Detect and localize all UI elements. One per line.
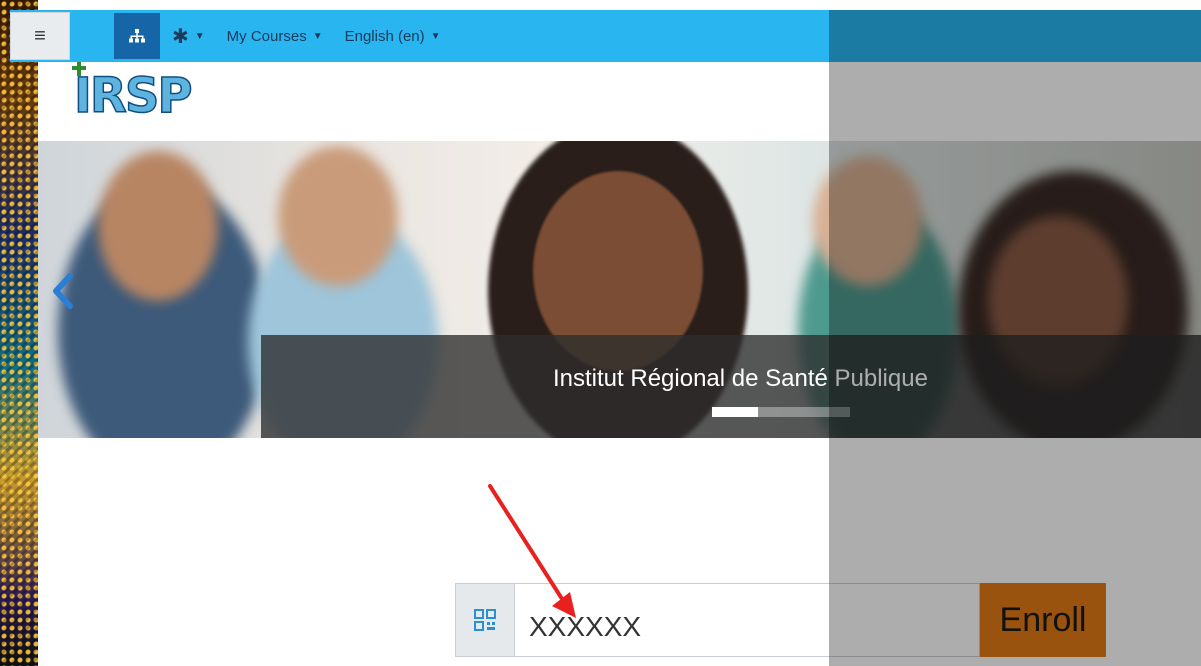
carousel-indicator[interactable] (712, 407, 758, 417)
carousel-prev-button[interactable] (48, 271, 78, 311)
hero-image-face (98, 151, 218, 301)
sitemap-icon (129, 29, 145, 43)
hamburger-icon: ≡ (34, 24, 46, 47)
settings-dropdown-caret-icon[interactable]: ▼ (195, 31, 205, 42)
menu-toggle-button[interactable]: ≡ (10, 12, 70, 60)
gear-icon: ✱ (172, 25, 189, 48)
modal-overlay (829, 10, 1201, 666)
decorative-side-pattern (0, 0, 38, 666)
hero-image-face (278, 146, 398, 286)
my-courses-caret-icon[interactable]: ▼ (313, 31, 323, 42)
carousel-indicator[interactable] (758, 407, 804, 417)
language-menu[interactable]: English (en) (345, 28, 425, 45)
logo-text: IRSP (74, 68, 191, 122)
language-caret-icon[interactable]: ▼ (431, 31, 441, 42)
my-courses-menu[interactable]: My Courses (227, 28, 307, 45)
annotation-arrow-icon (488, 484, 576, 618)
site-logo[interactable]: IRSP (66, 60, 206, 122)
sitemap-button[interactable] (114, 13, 160, 59)
chevron-left-icon (53, 273, 73, 309)
settings-menu-button[interactable]: ✱ (172, 24, 189, 49)
